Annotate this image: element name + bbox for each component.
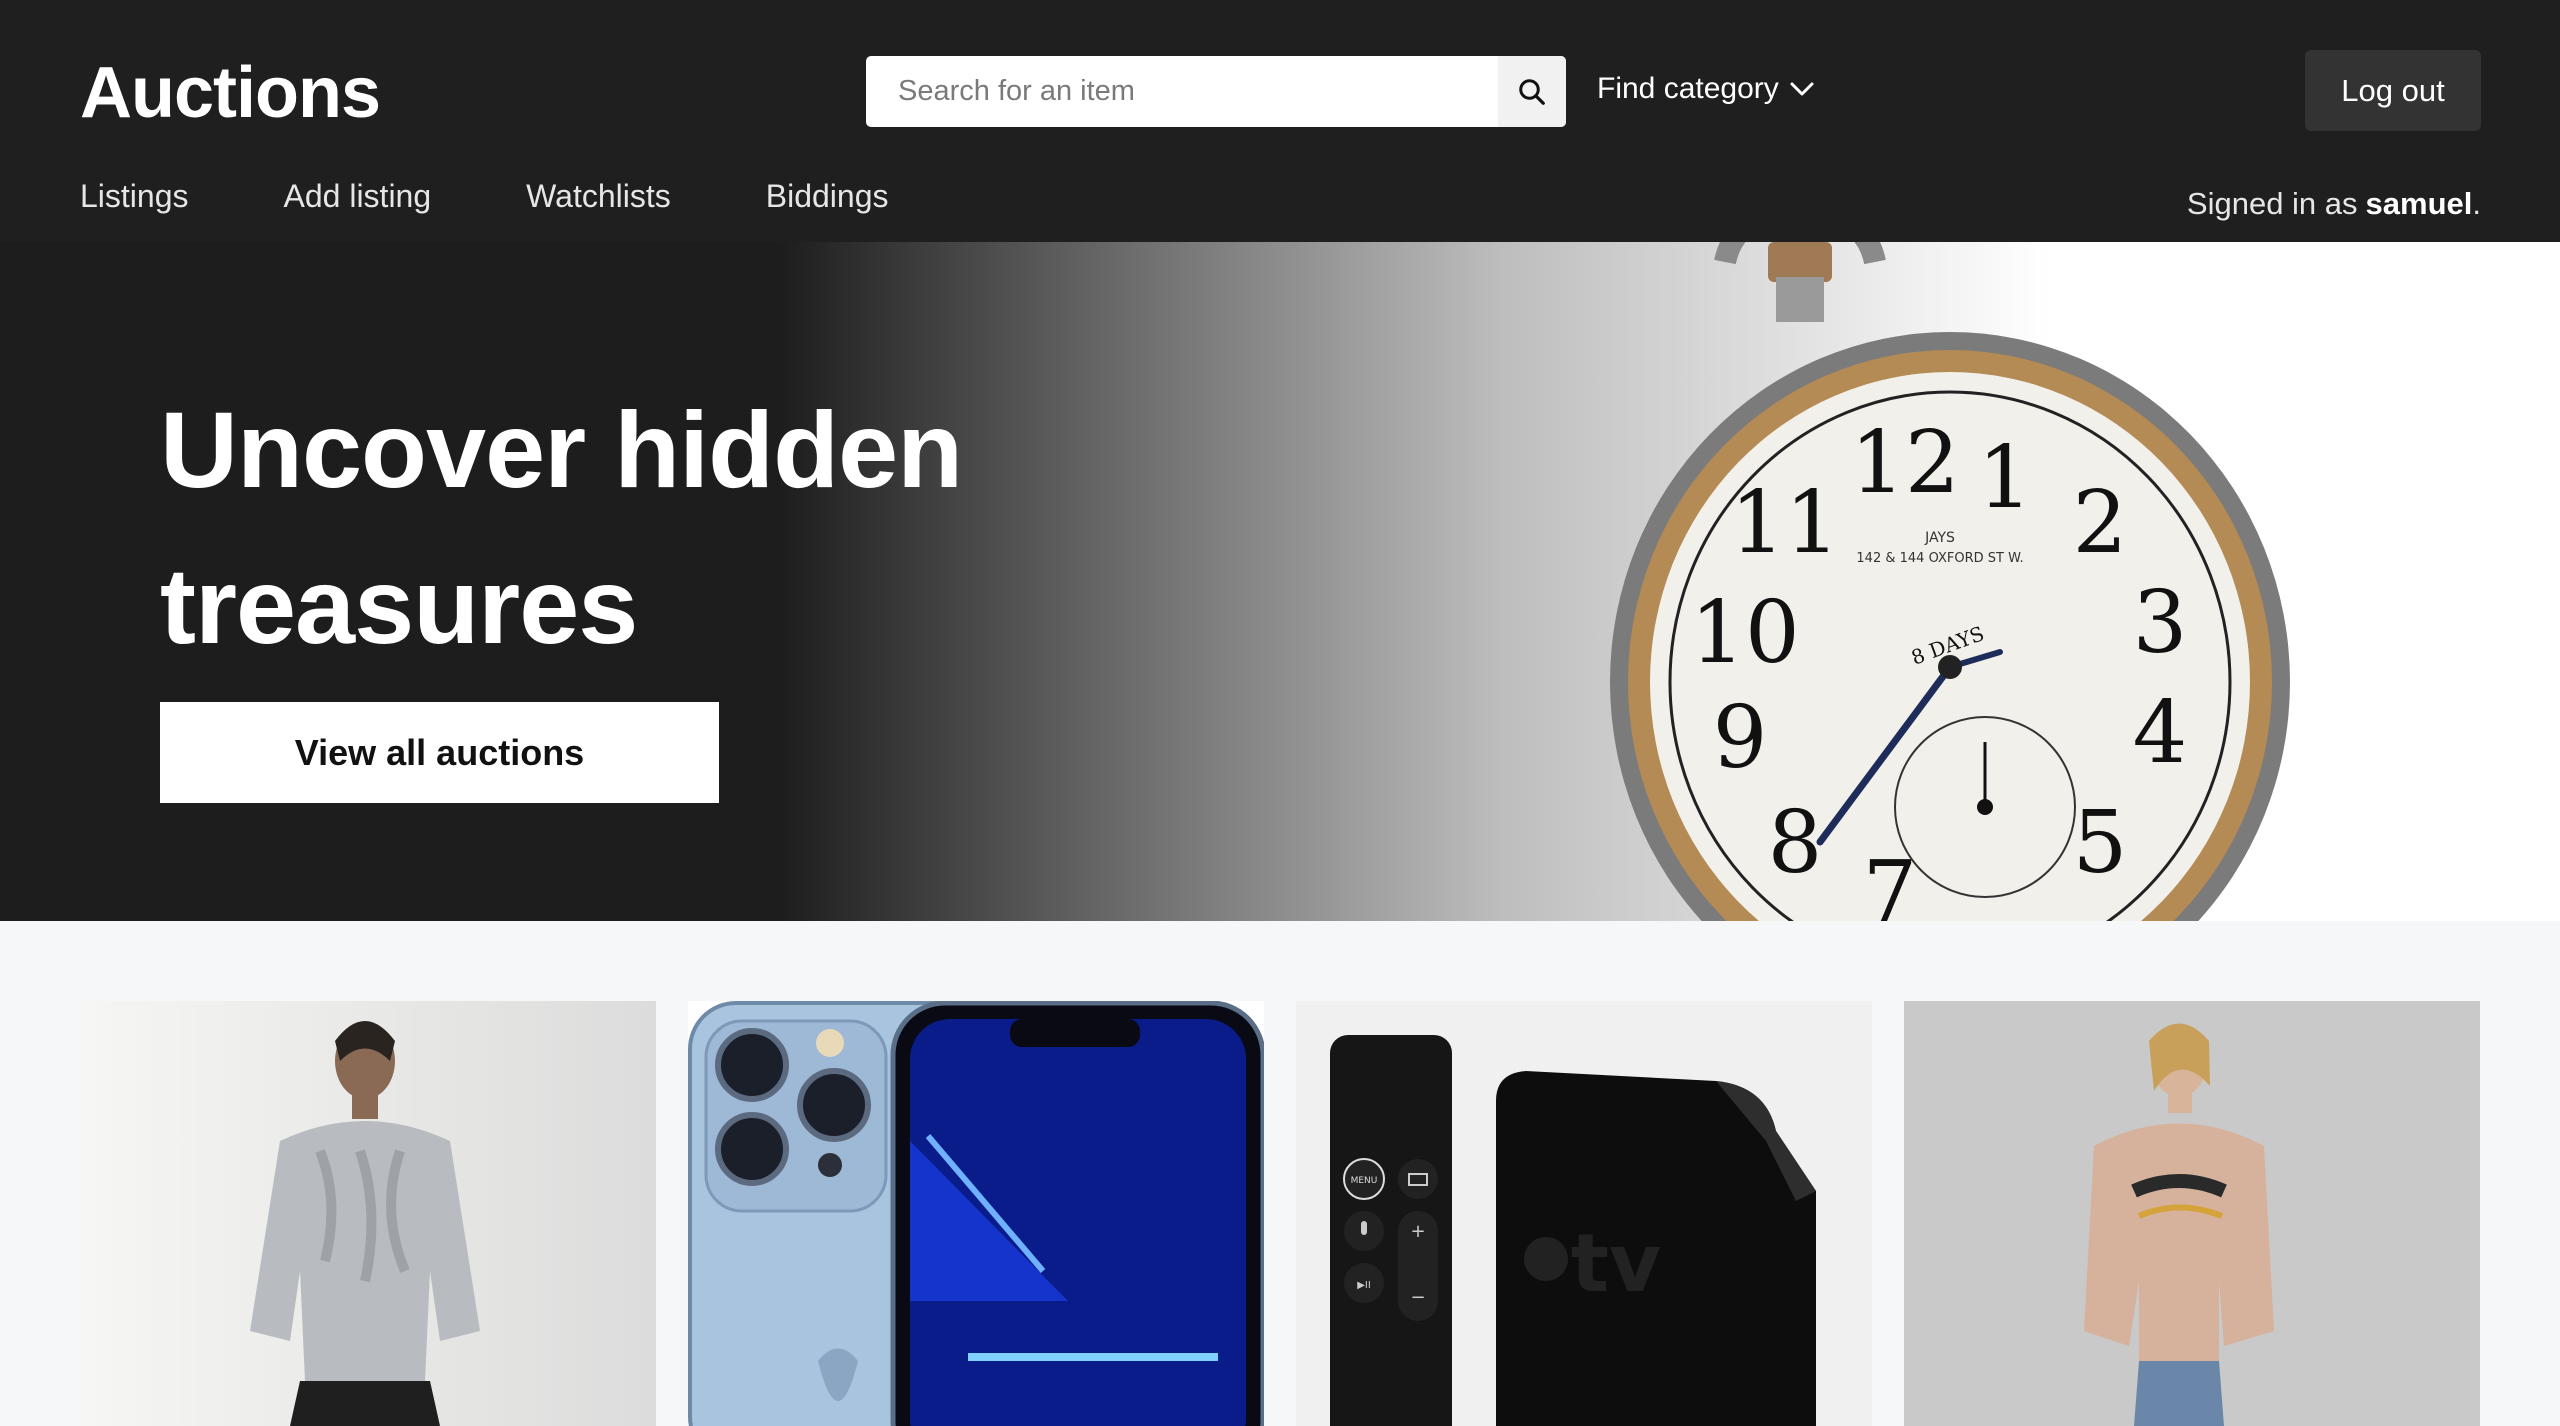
signed-in-suffix: . bbox=[2472, 186, 2481, 221]
view-all-auctions-button[interactable]: View all auctions bbox=[160, 702, 719, 803]
listing-card[interactable]: MENU + − ▶II tv bbox=[1296, 1001, 1872, 1426]
svg-text:12: 12 bbox=[1850, 413, 1959, 513]
svg-text:8: 8 bbox=[1768, 793, 1823, 893]
svg-text:11: 11 bbox=[1730, 473, 1839, 573]
svg-text:−: − bbox=[1410, 1287, 1425, 1308]
svg-text:4: 4 bbox=[2133, 683, 2188, 783]
chevron-down-icon bbox=[1790, 82, 1814, 96]
listing-image bbox=[250, 1021, 480, 1426]
nav-listings[interactable]: Listings bbox=[80, 178, 189, 215]
svg-text:5: 5 bbox=[2073, 793, 2128, 893]
hero-title-line-1: Uncover hidden bbox=[160, 389, 963, 510]
listing-image bbox=[688, 1001, 1264, 1426]
svg-text:1: 1 bbox=[1978, 428, 2033, 528]
listing-card[interactable] bbox=[1904, 1001, 2480, 1426]
listing-card[interactable] bbox=[80, 1001, 656, 1426]
username: samuel bbox=[2365, 186, 2473, 221]
nav-biddings[interactable]: Biddings bbox=[766, 178, 889, 215]
svg-text:10: 10 bbox=[1690, 583, 1799, 683]
main-nav: Listings Add listing Watchlists Biddings bbox=[80, 178, 984, 215]
hero-banner: 12 1 2 3 4 5 11 10 9 8 7 JAYS 142 & 144 … bbox=[0, 242, 2560, 921]
find-category-label: Find category bbox=[1597, 72, 1779, 105]
svg-text:+: + bbox=[1410, 1221, 1425, 1242]
hero-title-line-2: treasures bbox=[160, 545, 638, 666]
svg-text:tv: tv bbox=[1571, 1217, 1661, 1310]
listing-grid: MENU + − ▶II tv bbox=[80, 1001, 2480, 1426]
signed-in-status: Signed in as samuel. bbox=[2187, 186, 2481, 222]
pocket-watch-image: 12 1 2 3 4 5 11 10 9 8 7 JAYS 142 & 144 … bbox=[1610, 242, 2290, 921]
search-input[interactable] bbox=[866, 56, 1498, 127]
svg-text:9: 9 bbox=[1713, 688, 1768, 788]
listing-image bbox=[2084, 1023, 2274, 1426]
listing-card[interactable] bbox=[688, 1001, 1264, 1426]
logout-button[interactable]: Log out bbox=[2305, 50, 2481, 131]
svg-text:MENU: MENU bbox=[1351, 1176, 1378, 1186]
svg-text:142 & 144 OXFORD ST W.: 142 & 144 OXFORD ST W. bbox=[1856, 551, 2023, 566]
find-category-dropdown[interactable]: Find category bbox=[1597, 72, 1815, 106]
svg-text:3: 3 bbox=[2133, 573, 2188, 673]
listing-image: MENU + − ▶II tv bbox=[1330, 1035, 1816, 1426]
search-bar bbox=[866, 56, 1566, 127]
svg-text:2: 2 bbox=[2073, 473, 2128, 573]
search-button[interactable] bbox=[1498, 56, 1566, 127]
svg-text:▶II: ▶II bbox=[1357, 1280, 1371, 1291]
brand-logo[interactable]: Auctions bbox=[80, 52, 381, 134]
search-icon bbox=[1519, 78, 1545, 105]
nav-add-listing[interactable]: Add listing bbox=[284, 178, 432, 215]
hero-title: Uncover hidden treasures bbox=[160, 372, 1060, 684]
site-header: Auctions Find category Log out Listings … bbox=[0, 0, 2560, 242]
svg-text:JAYS: JAYS bbox=[1924, 530, 1955, 546]
nav-watchlists[interactable]: Watchlists bbox=[526, 178, 671, 215]
signed-in-prefix: Signed in as bbox=[2186, 186, 2358, 221]
